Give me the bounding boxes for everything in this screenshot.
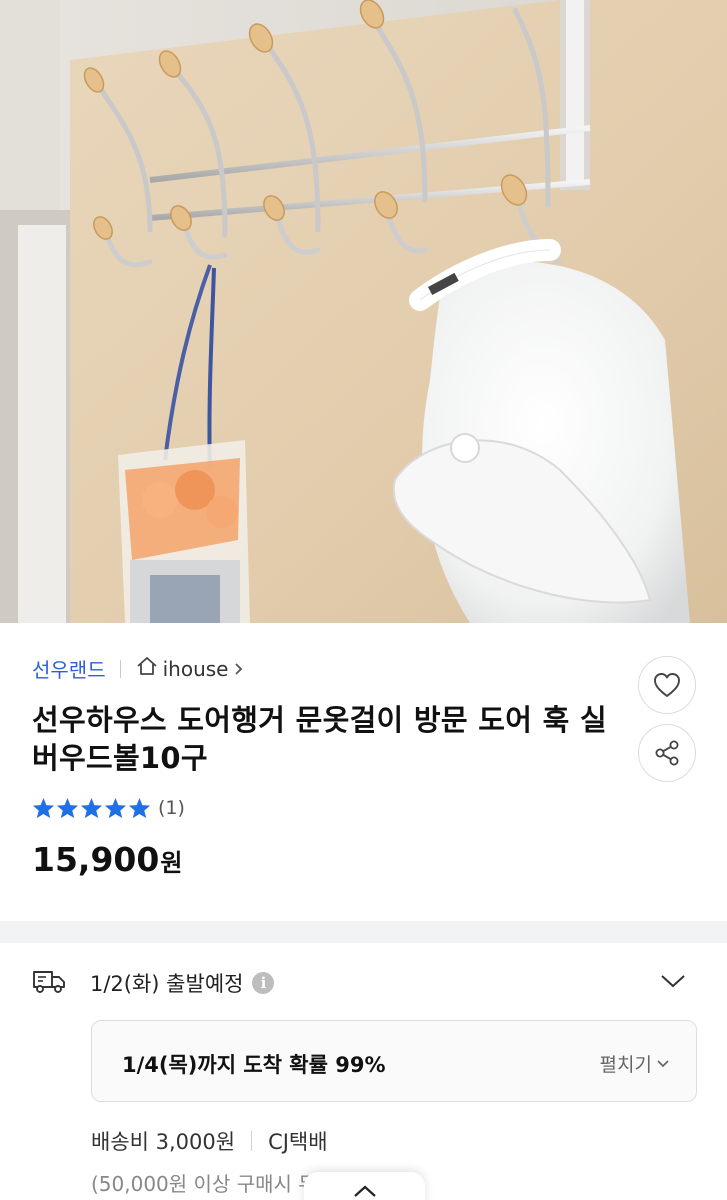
heart-icon <box>654 673 680 697</box>
star-icon <box>104 797 127 819</box>
rating-stars <box>32 797 152 819</box>
review-count: (1) <box>158 797 185 819</box>
chevron-right-icon <box>234 657 244 681</box>
chevron-down-small-icon <box>657 1059 669 1067</box>
shipping-date: 1/2(화) 출발예정 <box>90 972 244 996</box>
expand-toggle[interactable]: 펼치기 <box>600 1050 670 1077</box>
share-icon <box>655 740 679 766</box>
price-unit: 원 <box>160 849 183 877</box>
carrier-name: CJ택배 <box>268 1130 328 1154</box>
fee-divider <box>251 1131 253 1151</box>
shipping-fee-row: 배송비 3,000원 CJ택배 <box>91 1126 328 1156</box>
star-icon <box>32 797 55 819</box>
product-rating[interactable]: (1) <box>32 797 185 819</box>
share-button[interactable] <box>638 724 696 782</box>
shipping-fee: 배송비 3,000원 <box>91 1130 236 1154</box>
house-icon <box>136 656 158 681</box>
arrival-estimate: 1/4(목)까지 도착 확률 99% <box>122 1053 386 1077</box>
truck-icon <box>32 968 66 998</box>
star-icon <box>128 797 151 819</box>
product-photo[interactable] <box>0 0 727 623</box>
star-icon <box>80 797 103 819</box>
scroll-top-button[interactable] <box>304 1172 425 1200</box>
expand-label: 펼치기 <box>599 1054 652 1076</box>
shipping-date-row[interactable]: 1/2(화) 출발예정 i <box>32 965 692 1001</box>
breadcrumb: 선우랜드 ihouse <box>32 654 244 683</box>
product-image <box>0 0 727 623</box>
star-icon <box>56 797 79 819</box>
product-title: 선우하우스 도어행거 문옷걸이 방문 도어 훅 실버우드볼10구 <box>32 703 607 775</box>
chevron-down-icon[interactable] <box>660 973 686 993</box>
price-amount: 15,900 <box>32 840 160 879</box>
store-link[interactable]: ihouse <box>136 656 245 681</box>
arrival-estimate-box[interactable]: 1/4(목)까지 도착 확률 99% 펼치기 <box>91 1020 697 1102</box>
product-price: 15,900 원 <box>32 840 182 879</box>
store-name: ihouse <box>162 656 229 681</box>
chevron-up-icon <box>353 1185 376 1197</box>
seller-link[interactable]: 선우랜드 <box>32 654 106 683</box>
product-info: 선우랜드 ihouse 선우하우스 도어행거 문옷걸이 방문 도어 훅 실버우드… <box>0 623 727 921</box>
breadcrumb-divider <box>119 659 121 678</box>
info-icon[interactable]: i <box>252 972 275 994</box>
like-button[interactable] <box>638 656 696 714</box>
section-divider <box>0 921 727 943</box>
delivery-section: 1/2(화) 출발예정 i 1/4(목)까지 도착 확률 99% 펼치기 배송비… <box>0 943 727 1200</box>
